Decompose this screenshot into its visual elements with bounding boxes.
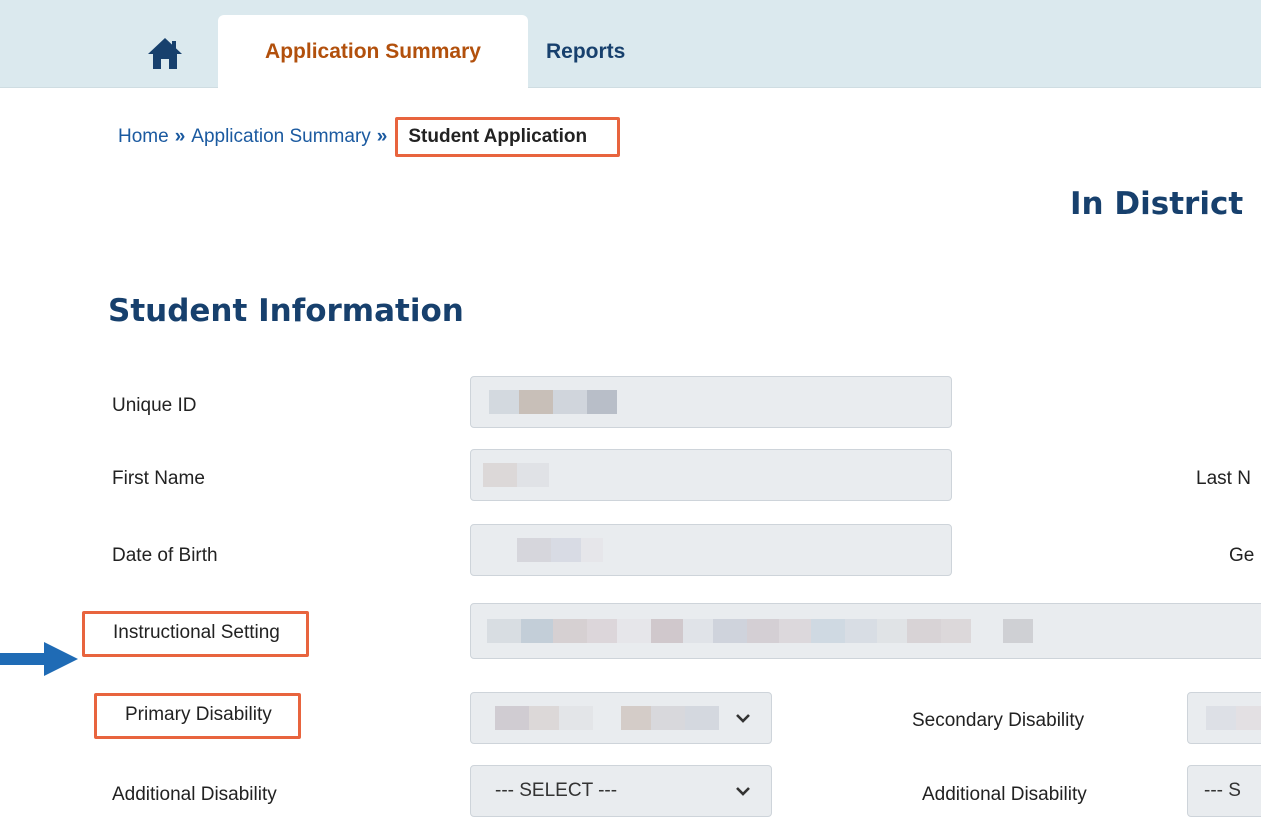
arrow-right-icon [0, 642, 78, 676]
home-icon [148, 37, 182, 69]
breadcrumb-current: Student Application [395, 117, 621, 157]
first-name-label: First Name [112, 468, 205, 489]
dob-field [470, 524, 952, 576]
primary-disability-label: Primary Disability [94, 693, 301, 739]
tab-label: Application Summary [265, 39, 481, 63]
tab-application-summary[interactable]: Application Summary [218, 15, 528, 88]
tab-label: Reports [546, 39, 626, 63]
section-title: Student Information [108, 293, 464, 329]
select-value: --- SELECT --- [495, 780, 618, 801]
additional-disability-select[interactable]: --- SELECT --- [470, 765, 772, 817]
first-name-field [470, 449, 952, 501]
gender-label: Ge [1229, 545, 1255, 566]
instructional-setting-label: Instructional Setting [82, 611, 309, 657]
page-title: In District [1070, 186, 1244, 222]
secondary-disability-select[interactable] [1187, 692, 1261, 744]
dob-label: Date of Birth [112, 545, 218, 566]
unique-id-field [470, 376, 952, 428]
unique-id-label: Unique ID [112, 395, 197, 416]
secondary-disability-label: Secondary Disability [912, 710, 1085, 731]
additional-disability-label: Additional Disability [112, 784, 277, 805]
breadcrumb-home-link[interactable]: Home [118, 126, 169, 148]
breadcrumb: Home » Application Summary » Student App… [118, 117, 621, 157]
chevron-down-icon [736, 787, 750, 796]
breadcrumb-separator: » [174, 126, 186, 147]
instructional-setting-field [470, 603, 1261, 659]
home-tab[interactable] [135, 18, 195, 87]
last-name-label: Last N [1196, 468, 1251, 489]
additional-disability-label-2: Additional Disability [922, 784, 1087, 805]
primary-disability-select[interactable] [470, 692, 772, 744]
tab-reports[interactable]: Reports [546, 15, 625, 88]
select-value: --- S [1204, 780, 1241, 801]
breadcrumb-application-summary-link[interactable]: Application Summary [191, 126, 371, 148]
chevron-down-icon [736, 714, 750, 723]
breadcrumb-separator: » [376, 126, 388, 147]
top-nav-bar: Application Summary Reports [0, 0, 1261, 88]
additional-disability-select-2[interactable]: --- S [1187, 765, 1261, 817]
